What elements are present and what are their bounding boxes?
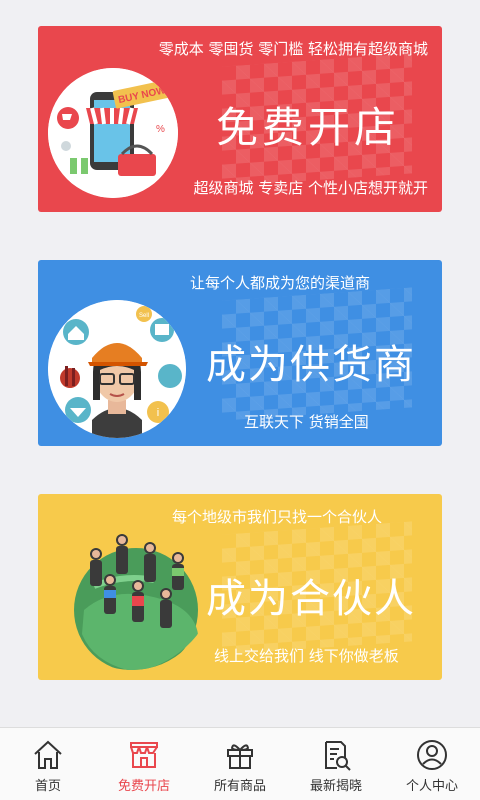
- supplier-title: 成为供货商: [206, 342, 416, 388]
- tab-free-store[interactable]: 免费开店: [96, 728, 192, 800]
- free-store-title: 免费开店: [216, 103, 401, 152]
- banner-subtitle: 线上交给我们 线下你做老板: [214, 647, 399, 665]
- gift-icon: [227, 744, 253, 769]
- svg-text:i: i: [157, 407, 159, 419]
- banner-tagline: 零成本 零囤货 零门槛 轻松拥有超级商城: [158, 40, 428, 58]
- bottom-tab-bar: 首页 免费开店 所有商品 最新揭晓 个人中心: [0, 727, 480, 800]
- banner-subtitle: 超级商城 专卖店 个性小店想开就开: [193, 179, 428, 197]
- banner-subtitle: 互联天下 货销全国: [244, 413, 369, 431]
- shopping-illustration: BUY NOW %: [48, 68, 178, 198]
- tab-label: 个人中心: [405, 779, 458, 794]
- user-icon: [417, 740, 447, 770]
- banner-tagline: 让每个人都成为您的渠道商: [190, 274, 371, 292]
- sell-badge: Sell: [139, 313, 149, 319]
- partner-title: 成为合伙人: [206, 576, 416, 622]
- tab-profile[interactable]: 个人中心: [384, 728, 480, 800]
- partners-globe-illustration: [74, 534, 198, 670]
- tab-label: 首页: [34, 779, 61, 794]
- svg-text:%: %: [156, 124, 165, 135]
- partner-banner[interactable]: 每个地级市我们只找一个合伙人 成为合伙人 线上交给我们 线下你做老板: [38, 494, 442, 680]
- tab-home[interactable]: 首页: [0, 728, 96, 800]
- tab-all-products[interactable]: 所有商品: [192, 728, 288, 800]
- home-icon: [34, 740, 62, 769]
- banner-tagline: 每个地级市我们只找一个合伙人: [172, 508, 383, 526]
- tab-latest-reveal[interactable]: 最新揭晓: [288, 728, 384, 800]
- supplier-banner[interactable]: 让每个人都成为您的渠道商 i Sell 成为供货商 互联天下 货销全国: [38, 260, 442, 446]
- storefront-icon: [130, 742, 158, 768]
- supplier-illustration: i Sell: [48, 300, 186, 438]
- tab-label: 所有商品: [213, 779, 266, 794]
- document-search-icon: [325, 741, 351, 771]
- tab-label: 最新揭晓: [309, 779, 362, 794]
- free-store-banner[interactable]: 零成本 零囤货 零门槛 轻松拥有超级商城 BUY NOW % 免费开店 超级商城…: [38, 26, 442, 212]
- tab-label: 免费开店: [117, 779, 170, 794]
